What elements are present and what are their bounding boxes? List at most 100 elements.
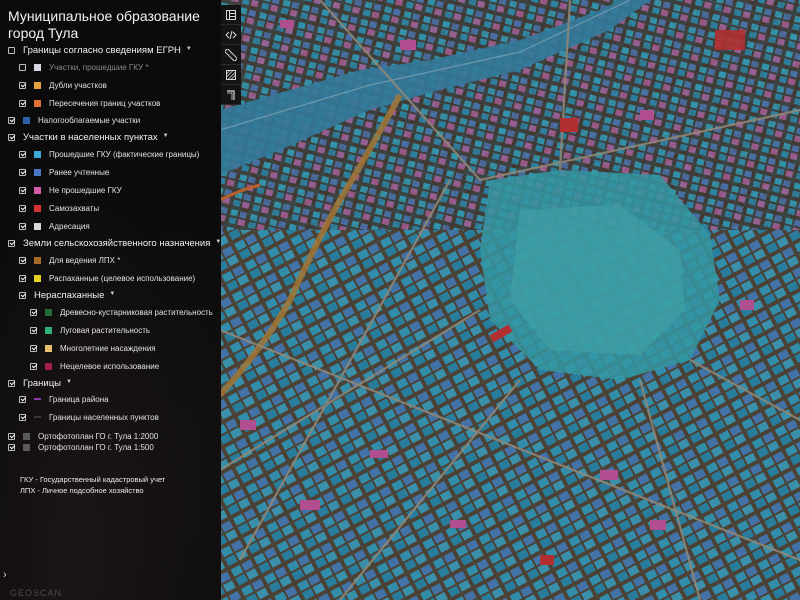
layer-perennial[interactable]: Многолетние насаждения: [30, 341, 156, 355]
group-agricultural-checkbox[interactable]: [8, 239, 15, 247]
group-settlements-checkbox[interactable]: [8, 133, 15, 141]
legend-swatch: [23, 432, 30, 440]
legend-line-swatch: [34, 398, 41, 400]
group-boundaries[interactable]: Границы ▼: [8, 376, 72, 390]
layer-checkbox[interactable]: [19, 63, 26, 71]
layer-label: Налогооблагаемые участки: [38, 115, 141, 125]
layer-label: Самозахваты: [49, 203, 100, 213]
brand-watermark: GEOSCAN: [10, 588, 63, 598]
layer-shrubs[interactable]: Древесно-кустарниковая растительность: [30, 305, 213, 319]
layer-gku-parcels[interactable]: Участки, прошедшие ГКУ *: [19, 60, 148, 74]
legend-swatch: [34, 168, 41, 176]
layer-checkbox[interactable]: [19, 274, 26, 282]
legend-swatch: [34, 256, 41, 264]
legend-swatch: [34, 81, 41, 89]
chevron-down-icon[interactable]: ▼: [109, 291, 115, 297]
layer-checkbox[interactable]: [19, 186, 26, 194]
layer-checkbox[interactable]: [19, 395, 26, 403]
legend-swatch: [34, 99, 41, 107]
layer-settlement-boundaries[interactable]: Границы населенных пунктов: [19, 410, 159, 424]
legend-swatch: [34, 186, 41, 194]
embed-code-button[interactable]: [221, 25, 241, 45]
corner-angle-button[interactable]: [221, 85, 241, 105]
legend-swatch: [34, 274, 41, 282]
layer-checkbox[interactable]: [30, 308, 37, 316]
legend-swatch: [45, 362, 52, 370]
layer-district-boundary[interactable]: Граница района: [19, 392, 109, 406]
group-boundaries-label: Границы: [23, 377, 61, 389]
abbreviation-notes: ГКУ - Государственный кадастровый учет Л…: [20, 474, 165, 496]
ruler-icon: [225, 48, 237, 61]
layer-checkbox[interactable]: [30, 344, 37, 352]
layer-label: Многолетние насаждения: [60, 343, 156, 353]
group-unplowed[interactable]: Нераспаханные ▼: [19, 288, 115, 302]
layer-boundary-intersections[interactable]: Пересечения границ участков: [19, 96, 160, 110]
layer-label: Нецелевое использование: [60, 361, 160, 371]
layer-checkbox[interactable]: [19, 150, 26, 158]
legend-swatch: [34, 222, 41, 230]
hatch-area-button[interactable]: [221, 65, 241, 85]
group-agricultural-label: Земли сельскохозяйственного назначения: [23, 237, 211, 249]
layer-addressing[interactable]: Адресация: [19, 219, 90, 233]
group-unplowed-checkbox[interactable]: [19, 291, 26, 299]
page-title: Муниципальное образование город Тула: [8, 8, 200, 41]
layer-label: Древесно-кустарниковая растительность: [60, 307, 213, 317]
layer-checkbox[interactable]: [19, 99, 26, 107]
ruler-button[interactable]: [221, 45, 241, 65]
layer-checkbox[interactable]: [19, 204, 26, 212]
layer-checkbox[interactable]: [19, 222, 26, 230]
layer-label: Для ведения ЛПХ *: [49, 255, 121, 265]
layer-misuse[interactable]: Нецелевое использование: [30, 359, 159, 373]
layer-orthophoto-500[interactable]: Ортофотоплан ГО г. Тула 1:500: [8, 440, 154, 454]
legend-swatch: [34, 204, 41, 212]
group-boundaries-checkbox[interactable]: [8, 379, 15, 387]
group-egrn[interactable]: Границы согласно сведениям ЕГРН ▼: [8, 43, 192, 57]
chevron-down-icon[interactable]: ▼: [163, 133, 169, 139]
expand-panel-icon[interactable]: ›: [3, 569, 7, 581]
layer-checkbox[interactable]: [30, 362, 37, 370]
chevron-down-icon[interactable]: ▼: [66, 379, 72, 385]
layer-meadow[interactable]: Луговая растительность: [30, 323, 150, 337]
layer-checkbox[interactable]: [8, 443, 15, 451]
layers-toggle-icon: [226, 9, 236, 20]
note-line: ГКУ - Государственный кадастровый учет: [20, 475, 166, 484]
layer-taxable-parcels[interactable]: Налогооблагаемые участки: [8, 113, 140, 127]
group-settlements-label: Участки в населенных пунктах: [23, 131, 158, 143]
layer-gku-actual[interactable]: Прошедшие ГКУ (фактические границы): [19, 147, 199, 161]
layers-toggle-button[interactable]: [221, 5, 241, 25]
layer-label: Распаханные (целевое использование): [49, 273, 196, 283]
layer-plowed[interactable]: Распаханные (целевое использование): [19, 271, 195, 285]
orthophoto-map[interactable]: [220, 0, 800, 600]
legend-line-swatch: [34, 416, 41, 418]
layer-lph[interactable]: Для ведения ЛПХ *: [19, 253, 120, 267]
layer-checkbox[interactable]: [19, 81, 26, 89]
layer-checkbox[interactable]: [19, 413, 26, 421]
group-settlements[interactable]: Участки в населенных пунктах ▼: [8, 130, 169, 144]
group-agricultural[interactable]: Земли сельскохозяйственного назначения ▼: [8, 236, 221, 250]
layer-checkbox[interactable]: [30, 326, 37, 334]
layer-duplicate-parcels[interactable]: Дубли участков: [19, 78, 107, 92]
layer-checkbox[interactable]: [8, 116, 15, 124]
layer-previously-registered[interactable]: Ранее учтенные: [19, 165, 109, 179]
layer-checkbox[interactable]: [19, 256, 26, 264]
chevron-down-icon[interactable]: ▼: [186, 46, 192, 52]
group-unplowed-label: Нераспаханные: [34, 289, 105, 301]
map-toolbar: [221, 5, 241, 105]
map-view[interactable]: [220, 0, 800, 600]
layer-checkbox[interactable]: [19, 168, 26, 176]
group-egrn-checkbox[interactable]: [8, 46, 15, 54]
layer-label: Не прошедшие ГКУ: [49, 185, 122, 195]
note-line: ЛПХ - Личное подсобное хозяйство: [20, 486, 144, 495]
chevron-down-icon[interactable]: ▼: [215, 239, 221, 245]
layer-panel: Муниципальное образование город Тула Гра…: [0, 0, 221, 600]
layer-label: Границы населенных пунктов: [49, 412, 159, 422]
corner-angle-icon: [227, 89, 235, 100]
layer-checkbox[interactable]: [8, 432, 15, 440]
group-egrn-label: Границы согласно сведениям ЕГРН: [23, 44, 181, 56]
layer-label: Прошедшие ГКУ (фактические границы): [49, 149, 200, 159]
legend-swatch: [34, 63, 41, 71]
layer-squatting[interactable]: Самозахваты: [19, 201, 99, 215]
hatch-area-icon: [226, 69, 236, 80]
layer-not-gku[interactable]: Не прошедшие ГКУ: [19, 183, 122, 197]
legend-swatch: [34, 150, 41, 158]
